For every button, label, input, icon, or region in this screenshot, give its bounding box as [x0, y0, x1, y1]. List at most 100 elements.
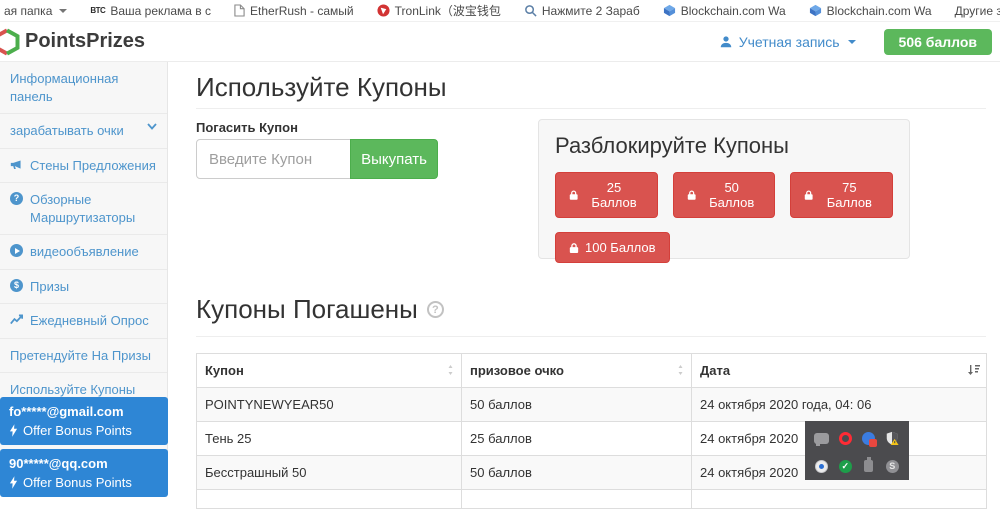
- points-balance-badge[interactable]: 506 баллов: [884, 29, 992, 55]
- divider: [196, 336, 986, 337]
- toast-notification[interactable]: 90*****@qq.com Offer Bonus Points: [0, 449, 168, 497]
- unlock-coupons-title: Разблокируйте Купоны: [555, 133, 893, 159]
- bullhorn-icon: [10, 158, 23, 171]
- chevron-down-icon: [848, 40, 856, 44]
- green-check-icon[interactable]: ✓: [839, 460, 852, 473]
- sort-both-icon: [446, 364, 455, 376]
- chart-line-icon: [10, 313, 23, 326]
- coupon-input[interactable]: [196, 139, 351, 179]
- magnifier-icon: [524, 4, 537, 17]
- redeemed-coupons-title: Купоны Погашены ?: [196, 294, 444, 325]
- browser-bookmarks-bar: ая папка BTC Ваша реклама в с EtherRush …: [0, 0, 1000, 22]
- cell-coupon: Тень 25: [197, 422, 462, 456]
- chevron-down-icon: [59, 9, 67, 13]
- unlock-50-points-button[interactable]: 50 Баллов: [673, 172, 776, 218]
- sidebar-item-offer-walls[interactable]: Стены Предложения: [0, 149, 167, 184]
- bookmark-folder[interactable]: ая папка: [4, 4, 67, 18]
- sidebar-item-label: Информационная панель: [10, 70, 157, 105]
- btc-icon: BTC: [90, 6, 105, 15]
- sidebar-item-earn-points[interactable]: зарабатывать очки: [0, 114, 167, 149]
- unlock-100-points-button[interactable]: 100 Баллов: [555, 232, 670, 263]
- sidebar-item-dashboard[interactable]: Информационная панель: [0, 62, 167, 114]
- column-header-date[interactable]: Дата: [692, 354, 987, 388]
- toast-message: Offer Bonus Points: [23, 423, 132, 438]
- sidebar-item-label: Обзорные Маршрутизаторы: [30, 191, 157, 226]
- unlock-coupons-panel: Разблокируйте Купоны 25 Баллов 50 Баллов…: [538, 119, 910, 259]
- lock-icon: [569, 242, 579, 254]
- lock-icon: [569, 189, 578, 201]
- column-header-coupon[interactable]: Купон: [197, 354, 462, 388]
- sidebar-item-label: Ежедневный Опрос: [30, 312, 149, 330]
- chevron-down-icon: [147, 123, 157, 130]
- lock-icon: [804, 189, 813, 201]
- lightning-icon: [9, 476, 18, 489]
- sidebar-item-label: Призы: [30, 278, 69, 296]
- sidebar-item-daily-poll[interactable]: Ежедневный Опрос: [0, 304, 167, 339]
- sort-descending-icon: [967, 364, 980, 376]
- unlock-button-label: 75 Баллов: [820, 180, 879, 210]
- sidebar-item-label: Стены Предложения: [30, 157, 156, 175]
- brand-name: PointsPrizes: [25, 30, 145, 53]
- sidebar-item-video-ads[interactable]: видеообъявление: [0, 235, 167, 270]
- blockchain-cube-icon: [809, 4, 822, 17]
- brand-logo[interactable]: PointsPrizes: [0, 28, 145, 56]
- table-row: POINTYNEWYEAR50 50 баллов 24 октября 202…: [197, 388, 987, 422]
- toast-email: fo*****@gmail.com: [9, 404, 159, 419]
- table-header-row: Купон призовое очко Дата: [197, 354, 987, 388]
- bookmark-item[interactable]: Blockchain.com Wa: [809, 4, 932, 18]
- gray-window-icon[interactable]: [814, 433, 829, 444]
- document-icon: [234, 4, 245, 17]
- page-title: Используйте Купоны: [196, 72, 447, 103]
- bookmark-item[interactable]: Нажмите 2 Зараб: [524, 4, 640, 18]
- dark-bottle-icon[interactable]: [864, 460, 873, 472]
- toast-notification[interactable]: fo*****@gmail.com Offer Bonus Points: [0, 397, 168, 445]
- opera-ring-icon[interactable]: [839, 432, 852, 445]
- sort-both-icon: [676, 364, 685, 376]
- bookmark-item[interactable]: EtherRush - самый: [234, 4, 354, 18]
- cell-coupon: Бесстрашный 50: [197, 456, 462, 490]
- cell-coupon: POINTYNEWYEAR50: [197, 388, 462, 422]
- question-circle-icon: ?: [10, 192, 23, 205]
- redeem-coupon-form: Выкупать: [196, 139, 438, 179]
- letter-s-icon[interactable]: S: [886, 460, 899, 473]
- sidebar-item-label: зарабатывать очки: [10, 122, 124, 140]
- site-header: PointsPrizes Учетная запись 506 баллов: [0, 22, 1000, 62]
- unlock-75-points-button[interactable]: 75 Баллов: [790, 172, 893, 218]
- unlock-button-label: 100 Баллов: [585, 240, 656, 255]
- divider: [196, 108, 986, 109]
- account-menu[interactable]: Учетная запись: [719, 34, 856, 50]
- shield-warning-icon[interactable]: [885, 431, 899, 445]
- system-tray-popup: ✓ S: [805, 421, 909, 480]
- redeem-coupon-label: Погасить Купон: [196, 120, 298, 135]
- other-bookmarks-label: Другие закладки: [955, 4, 1000, 18]
- bookmark-label: Ваша реклама в с: [110, 4, 211, 18]
- cell-points: 25 баллов: [462, 422, 692, 456]
- bookmark-item[interactable]: Blockchain.com Wa: [663, 4, 786, 18]
- unlock-25-points-button[interactable]: 25 Баллов: [555, 172, 658, 218]
- cell-points: 50 баллов: [462, 388, 692, 422]
- account-label: Учетная запись: [739, 34, 840, 50]
- bookmark-label: TronLink（波宝钱包: [395, 2, 501, 19]
- bookmark-item[interactable]: BTC Ваша реклама в с: [90, 4, 211, 18]
- column-header-label: Купон: [205, 363, 244, 378]
- sidebar-item-claim-prizes[interactable]: Претендуйте На Призы: [0, 339, 167, 374]
- pointsprizes-hexagon-icon: [0, 28, 21, 56]
- redeemed-coupons-title-text: Купоны Погашены: [196, 294, 418, 325]
- media-dot-icon[interactable]: [815, 460, 828, 473]
- blue-red-app-icon[interactable]: [862, 432, 875, 445]
- column-header-label: призовое очко: [470, 363, 564, 378]
- sidebar-item-survey-routers[interactable]: ? Обзорные Маршрутизаторы: [0, 183, 167, 235]
- unlock-button-label: 25 Баллов: [584, 180, 643, 210]
- help-question-circle-icon[interactable]: ?: [427, 301, 444, 318]
- column-header-points[interactable]: призовое очко: [462, 354, 692, 388]
- table-row-partial: [197, 490, 987, 509]
- bookmark-label: Blockchain.com Wa: [827, 4, 932, 18]
- unlock-button-label: 50 Баллов: [702, 180, 761, 210]
- bookmark-label: Нажмите 2 Зараб: [542, 4, 640, 18]
- other-bookmarks-button[interactable]: Другие закладки: [955, 4, 1000, 18]
- sidebar-item-prizes[interactable]: $ Призы: [0, 270, 167, 305]
- tronlink-icon: [377, 4, 390, 17]
- redeem-button[interactable]: Выкупать: [350, 139, 438, 179]
- sidebar-item-label: видеообъявление: [30, 243, 139, 261]
- bookmark-item[interactable]: TronLink（波宝钱包: [377, 2, 501, 19]
